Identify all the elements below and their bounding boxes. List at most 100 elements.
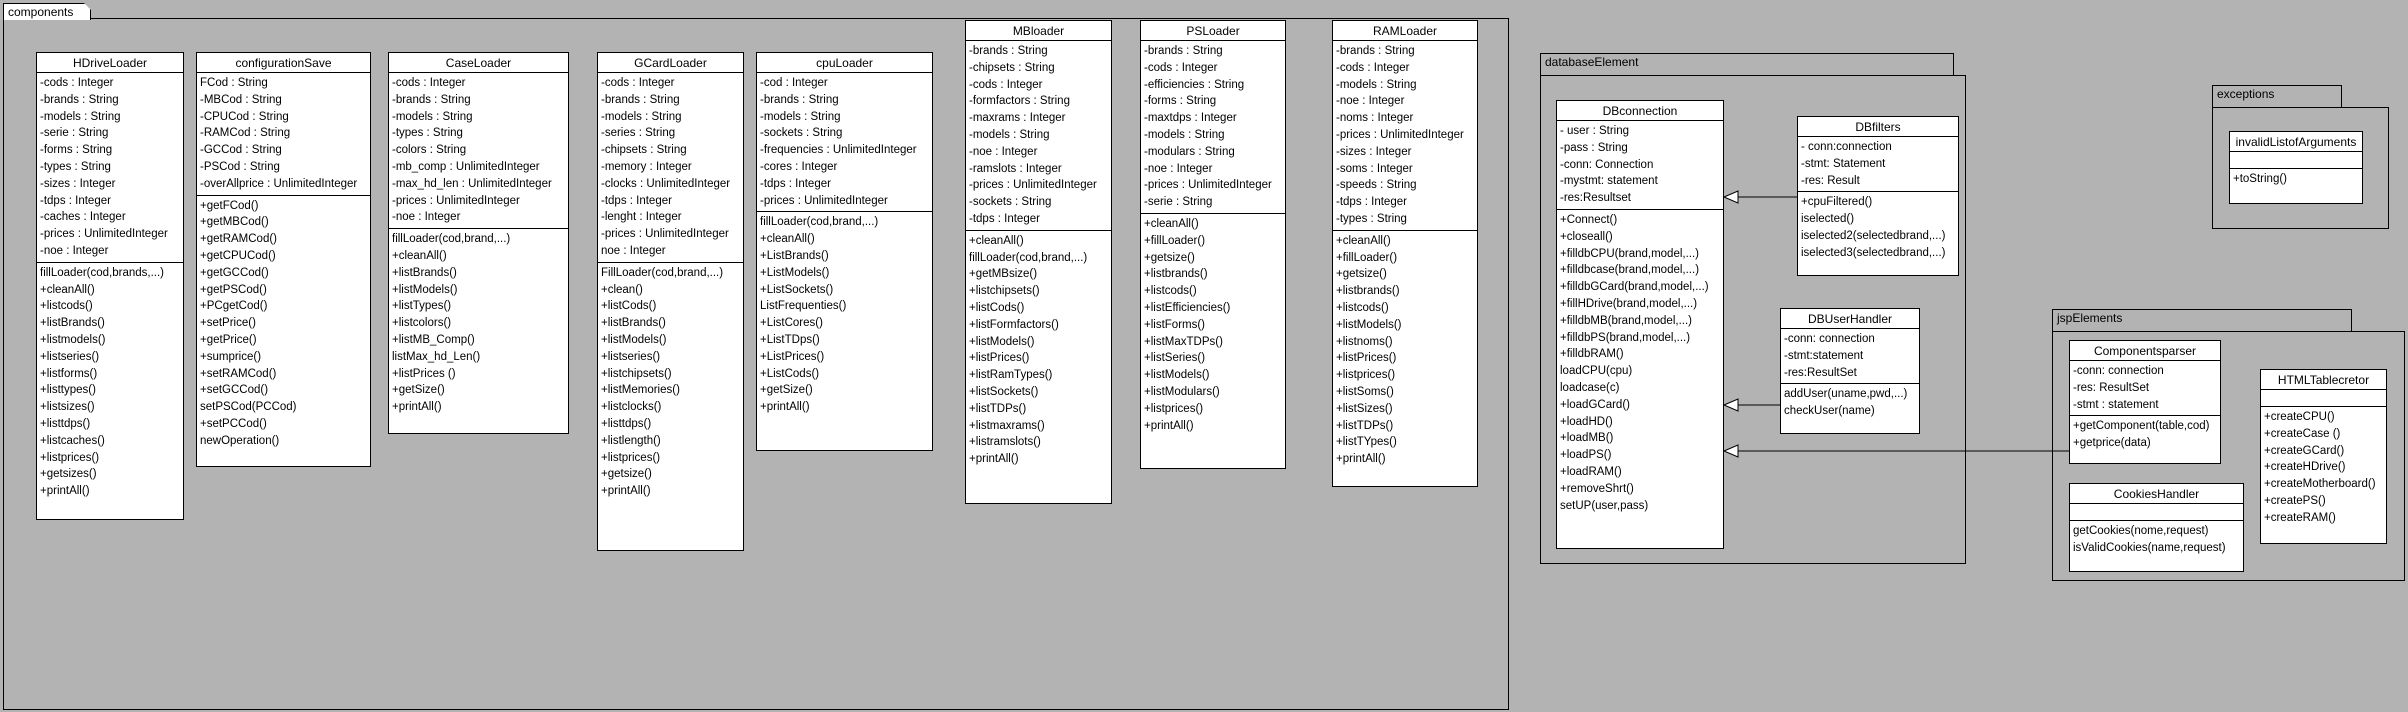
attribute: -cods : Integer (1336, 61, 1410, 74)
attribute: -tdps : Integer (969, 212, 1040, 225)
operation: checkUser(name) (1784, 405, 1875, 418)
attribute: -tdps : Integer (1336, 196, 1407, 209)
attribute: -models : String (760, 110, 841, 123)
operation: iselected() (1801, 213, 1855, 226)
operation: +filldbMB(brand,model,...) (1560, 314, 1692, 327)
attribute: -brands : String (40, 93, 119, 106)
class-name: GCardLoader (598, 53, 743, 73)
attribute: -maxrams : Integer (969, 112, 1066, 125)
operation: +listModels() (601, 333, 667, 346)
attributes-section: FCod : String -MBCod : String -CPUCod : St… (197, 73, 370, 196)
operation: +listMB_Comp() (392, 333, 475, 346)
attributes-section (2070, 504, 2243, 521)
attribute: -tdps : Integer (601, 194, 672, 207)
attribute: -brands : String (392, 93, 471, 106)
operation: fillLoader(cod,brand,...) (392, 233, 511, 246)
operation: newOperation() (200, 434, 280, 447)
class-dbuserhandler[interactable]: DBUserHandler -conn: connection -stmt:stat… (1780, 308, 1920, 434)
class-name: RAMLoader (1333, 21, 1477, 41)
attributes-section: -cod : Integer -brands : String -models : … (757, 73, 932, 213)
attribute: -memory : Integer (601, 160, 692, 173)
attribute: -RAMCod : String (200, 127, 291, 140)
operation: +listmaxrams() (969, 419, 1045, 432)
operation: iselected2(selectedbrand,...) (1801, 229, 1946, 242)
attribute: -max_hd_len : UnlimitedInteger (392, 177, 552, 190)
package-databaseElement-label: databaseElement (1545, 55, 1639, 69)
operation: +sumprice() (200, 350, 262, 363)
operation: +listseries() (601, 350, 661, 363)
class-dbconnection[interactable]: DBconnection - user : String -pass : Strin… (1556, 100, 1724, 549)
operations-section: getCookies(nome,request) isValidCookies(n… (2070, 521, 2243, 571)
operation: +getRAMCod() (200, 233, 278, 246)
class-case-loader[interactable]: CaseLoader -cods : Integer -brands : Strin… (388, 52, 569, 434)
attribute: -conn: Connection (1560, 158, 1654, 171)
attribute: -noe : Integer (1144, 162, 1213, 175)
class-invalidlistofarguments[interactable]: invalidListofArguments +toString() (2229, 131, 2363, 204)
operation: +getGCCod() (200, 266, 269, 279)
class-cookieshandler[interactable]: CookiesHandler getCookies(nome,request) is… (2069, 483, 2244, 572)
class-ps-loader[interactable]: PSLoader -brands : String -cods : Integer -… (1140, 20, 1286, 469)
operations-section: +getComponent(table,cod) +getprice(data) (2070, 416, 2220, 463)
operation: +listchipsets() (969, 285, 1040, 298)
attributes-section: -brands : String -cods : Integer -efficien… (1141, 41, 1285, 214)
class-cpu-loader[interactable]: cpuLoader -cod : Integer -brands : String -… (756, 52, 933, 451)
operation: +createHDrive() (2264, 461, 2346, 474)
operations-section: +cleanAll() +fillLoader() +getsize() +listb… (1333, 231, 1477, 486)
attribute: -prices : UnlimitedInteger (760, 194, 888, 207)
attribute: -types : String (1336, 212, 1407, 225)
operation: +listbrands() (1144, 268, 1208, 281)
attribute: -cods : Integer (40, 77, 114, 89)
attribute: -cods : Integer (1144, 61, 1218, 74)
attribute: - conn:connection (1801, 141, 1892, 153)
attribute: -cods : Integer (392, 77, 466, 89)
operation: +listPrices() (969, 352, 1030, 365)
attribute: -brands : String (969, 45, 1048, 57)
operation: fillLoader(cod,brands,...) (40, 266, 165, 279)
class-hdrive-loader[interactable]: HDriveLoader -cods : Integer -brands : Str… (36, 52, 184, 520)
class-htmltablecretor[interactable]: HTMLTablecretor +createCPU() +createCase (… (2260, 369, 2387, 544)
attribute: -stmt: Statement (1801, 157, 1886, 170)
class-componentsparser[interactable]: Componentsparser -conn: connection -res: R… (2069, 340, 2221, 464)
attribute: -noe : Integer (392, 211, 461, 224)
operation: +ListCores() (760, 317, 823, 330)
attribute: -clocks : UnlimitedInteger (601, 177, 731, 190)
operation: +cleanAll() (760, 233, 815, 246)
operation: +setPrice() (200, 317, 256, 330)
operation: +printAll() (40, 485, 90, 498)
operation: +loadGCard() (1560, 398, 1630, 411)
class-mb-loader[interactable]: MBloader -brands : String -chipsets : Stri… (965, 20, 1112, 504)
operation: addUser(uname,pwd,...) (1784, 388, 1908, 401)
attribute: -brands : String (601, 93, 680, 106)
class-name: DBconnection (1557, 101, 1723, 121)
attribute: -efficiencies : String (1144, 78, 1245, 91)
attribute: -noe : Integer (40, 244, 109, 257)
attribute: -noms : Integer (1336, 112, 1414, 125)
operation: +listBrands() (601, 317, 666, 330)
attribute: -CPUCod : String (200, 110, 289, 123)
operation: +cpuFiltered() (1801, 196, 1873, 209)
attribute: -prices : UnlimitedInteger (1336, 128, 1464, 141)
operation: +ListSockets() (760, 283, 834, 296)
class-configuration-save[interactable]: configurationSave FCod : String -MBCod : S… (196, 52, 371, 467)
class-dbfilters[interactable]: DBfilters - conn:connection -stmt: Stateme… (1797, 116, 1959, 276)
operation: +listprices() (1336, 369, 1396, 382)
attributes-section: - user : String -pass : String -conn: Conn… (1557, 121, 1723, 210)
attribute: -noe : Integer (1336, 95, 1405, 108)
operation: +getCPUCod() (200, 249, 276, 262)
operations-section: fillLoader(cod,brands,...) +cleanAll() +li… (37, 263, 183, 519)
operations-section: +getFCod() +getMBCod() +getRAMCod() +getCPU… (197, 196, 370, 466)
class-gcard-loader[interactable]: GCardLoader -cods : Integer -brands : Stri… (597, 52, 744, 551)
operation: +filldbRAM() (1560, 348, 1624, 361)
class-name: cpuLoader (757, 53, 932, 73)
operation: +listSizes() (1336, 402, 1393, 415)
operation: +getsizes() (40, 468, 97, 481)
operation: +listModels() (1144, 369, 1210, 382)
operation: +listTYpes() (1336, 436, 1397, 449)
attribute: -res: ResultSet (2073, 381, 2150, 394)
operation: +listPrices() (1336, 352, 1397, 365)
attribute: -serie : String (1144, 196, 1213, 209)
operation: +getsize() (1144, 251, 1195, 264)
class-name: CaseLoader (389, 53, 568, 73)
attributes-section: -cods : Integer -brands : String -models :… (598, 73, 743, 263)
class-ram-loader[interactable]: RAMLoader -brands : String -cods : Integer… (1332, 20, 1478, 487)
